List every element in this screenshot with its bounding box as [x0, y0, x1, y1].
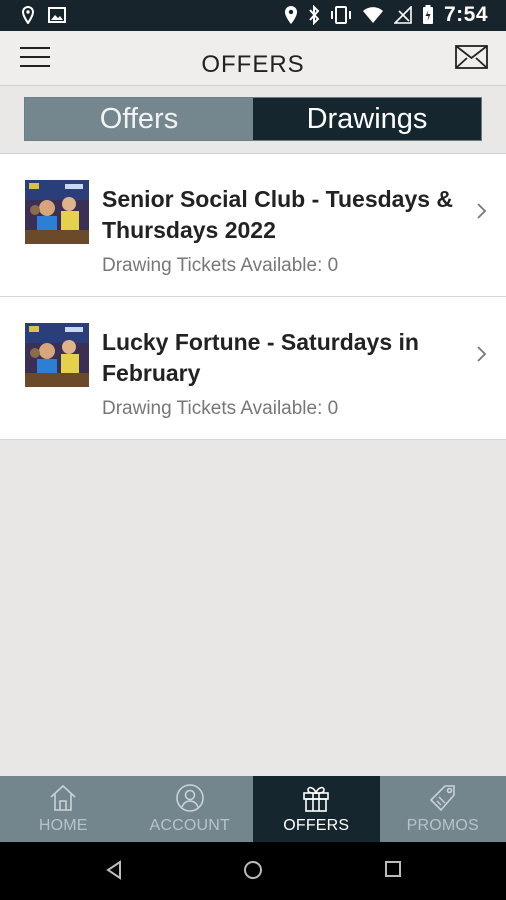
recents-icon[interactable] — [384, 860, 402, 878]
no-signal-icon — [393, 6, 412, 24]
drawing-tickets-available: Drawing Tickets Available: 0 — [102, 398, 339, 419]
vibrate-icon — [330, 6, 351, 24]
drawing-thumbnail — [25, 323, 89, 387]
tab-offers-label: OFFERS — [283, 817, 350, 834]
envelope-icon[interactable] — [455, 45, 488, 69]
bluetooth-icon — [309, 5, 320, 25]
segmented-control: Offers Drawings — [24, 97, 482, 141]
app-header: OFFERS — [0, 31, 506, 86]
segment-offers[interactable]: Offers — [25, 98, 253, 140]
chevron-right-icon — [477, 203, 487, 219]
tab-promos-label: PROMOS — [406, 817, 479, 834]
image-icon — [48, 7, 66, 23]
tab-promos[interactable]: PROMOS — [380, 776, 506, 842]
gift-icon — [303, 786, 330, 812]
account-icon — [175, 784, 204, 812]
battery-icon — [422, 5, 433, 24]
tab-home-label: HOME — [38, 817, 88, 834]
bottom-tab-bar: HOME ACCOUNT OFFERS PROMOS — [0, 776, 506, 842]
list-item[interactable]: Lucky Fortune - Saturdays in February Dr… — [0, 297, 506, 440]
tab-offers[interactable]: OFFERS — [253, 776, 380, 842]
home-icon — [50, 784, 76, 811]
drawing-tickets-available: Drawing Tickets Available: 0 — [102, 255, 339, 276]
drawing-title: Senior Social Club - Tuesdays & Thursday… — [102, 186, 454, 243]
tab-home[interactable]: HOME — [0, 776, 127, 842]
drawing-title: Lucky Fortune - Saturdays in February — [102, 329, 419, 386]
tag-icon — [429, 785, 455, 812]
tab-account-label: ACCOUNT — [149, 817, 230, 834]
location-pin-icon — [22, 6, 34, 24]
back-icon[interactable] — [104, 860, 124, 880]
list-item[interactable]: Senior Social Club - Tuesdays & Thursday… — [0, 154, 506, 297]
location-icon — [284, 6, 297, 24]
segment-drawings[interactable]: Drawings — [253, 98, 481, 140]
status-bar: 7:54 — [0, 0, 506, 31]
drawings-list: Senior Social Club - Tuesdays & Thursday… — [0, 154, 506, 440]
home-nav-icon[interactable] — [243, 860, 263, 880]
chevron-right-icon — [477, 346, 487, 362]
segment-bar: Offers Drawings — [0, 86, 506, 154]
status-time: 7:54 — [443, 3, 488, 26]
page-title: OFFERS — [201, 51, 305, 78]
drawing-thumbnail — [25, 180, 89, 244]
system-nav-bar — [0, 842, 506, 900]
tab-account[interactable]: ACCOUNT — [127, 776, 254, 842]
wifi-icon — [362, 7, 383, 23]
